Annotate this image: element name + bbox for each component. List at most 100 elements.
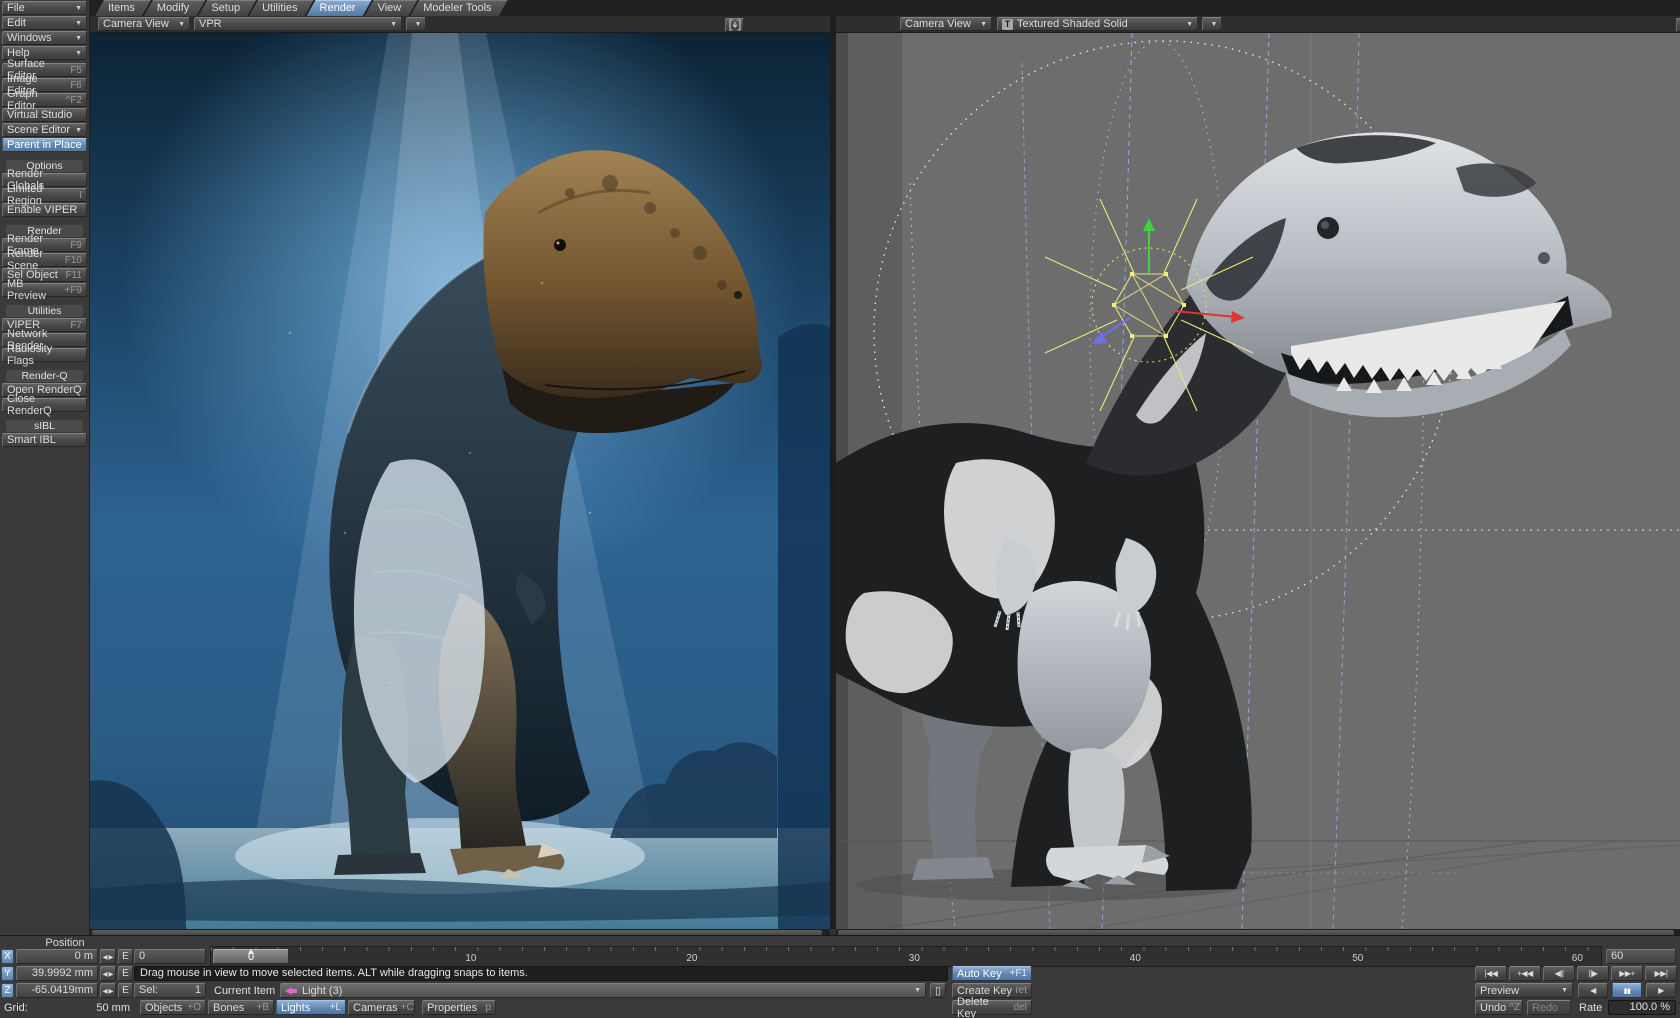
z-position-row: Z -65.0419mm ◀▶ E <box>1 983 133 998</box>
viewport-vpr-render[interactable] <box>90 33 830 929</box>
y-envelope-button[interactable]: E <box>118 966 133 981</box>
end-frame-field[interactable]: 60 <box>1606 949 1676 964</box>
section-renderq: Render-Q <box>6 370 83 382</box>
tick-60: 60 <box>1572 953 1583 964</box>
lightwave-layout-window: File▼ Edit▼ Windows▼ Help▼ Surface Edito… <box>0 0 1680 1018</box>
textured-mode-icon: T <box>1002 19 1013 30</box>
right-view-mode-dropdown[interactable]: Camera View▼ <box>900 17 992 31</box>
grid-label: Grid: <box>4 1002 28 1014</box>
left-view-mode-dropdown[interactable]: Camera View▼ <box>98 17 190 31</box>
current-item-dropdown[interactable]: Light (3) ▼ <box>280 983 926 998</box>
tab-render[interactable]: Render <box>307 0 372 16</box>
auto-key-button[interactable]: Auto Key+F1 <box>952 966 1032 981</box>
grid-value: 50 mm <box>55 1002 130 1014</box>
tab-view[interactable]: View <box>365 0 418 16</box>
graph-editor-button[interactable]: Graph Editor^F2 <box>2 93 87 107</box>
y-position-field[interactable]: 39.9992 mm <box>16 966 98 981</box>
y-position-row: Y 39.9992 mm ◀▶ E <box>1 966 133 981</box>
tab-modeler-tools[interactable]: Modeler Tools <box>410 0 507 16</box>
position-title: Position <box>25 937 105 949</box>
right-viewport-options-dropdown[interactable]: ▼ <box>1202 17 1222 31</box>
objects-button[interactable]: Objects+O <box>140 1000 206 1015</box>
step-forward-button[interactable]: ||▶ <box>1577 966 1609 981</box>
snapshot-icon[interactable] <box>725 18 744 32</box>
timeline-ruler[interactable]: 0 10 20 30 40 50 60 <box>210 946 1602 967</box>
y-axis-badge[interactable]: Y <box>1 966 14 981</box>
transport-controls: |◀◀ +◀◀ ◀|| ||▶ ▶▶+ ▶▶| <box>1475 966 1677 981</box>
rate-value-field[interactable]: 100.0 % <box>1608 1000 1676 1015</box>
z-envelope-button[interactable]: E <box>118 983 133 998</box>
left-toolbar: File▼ Edit▼ Windows▼ Help▼ Surface Edito… <box>0 0 90 1018</box>
main-tabbar: Items Modify Setup Utilities Render View… <box>90 0 1680 16</box>
smart-ibl-button[interactable]: Smart IBL <box>2 433 87 447</box>
x-position-field[interactable]: 0 m <box>16 949 98 964</box>
go-end-button[interactable]: ▶▶| <box>1645 966 1677 981</box>
limited-region-button[interactable]: Limited RegionI <box>2 188 87 202</box>
preview-dropdown[interactable]: Preview▼ <box>1475 983 1573 998</box>
frame-slider-handle[interactable]: 0 <box>213 949 289 964</box>
go-start-button[interactable]: |◀◀ <box>1475 966 1507 981</box>
chevron-down-icon: ▼ <box>1557 987 1568 994</box>
bottom-panel: Position X 0 m ◀▶ E Y 39.9992 mm ◀▶ E Z … <box>0 935 1680 1018</box>
tab-modify[interactable]: Modify <box>144 0 205 16</box>
item-type-buttons: Objects+O Bones+B Lights+L Cameras+C Pro… <box>140 1000 496 1015</box>
frame-marker <box>248 949 254 954</box>
section-utilities: Utilities <box>6 305 83 317</box>
scene-editor-button[interactable]: Scene Editor▼ <box>2 123 87 137</box>
left-viewport-options-dropdown[interactable]: ▼ <box>406 17 426 31</box>
radiosity-flags-button[interactable]: Radiosity Flags <box>2 348 87 362</box>
tab-utilities[interactable]: Utilities <box>249 0 313 16</box>
properties-button[interactable]: Propertiesp <box>422 1000 496 1015</box>
snapshot-icon[interactable] <box>1676 18 1680 32</box>
z-axis-badge[interactable]: Z <box>1 983 14 998</box>
viewport-header-strip: Camera View▼ VPR▼ ▼ Camera View▼ T Textu… <box>90 16 1680 33</box>
step-back-button[interactable]: ◀|| <box>1543 966 1575 981</box>
lights-button[interactable]: Lights+L <box>276 1000 346 1015</box>
current-frame-field[interactable]: 0 <box>134 949 206 964</box>
play-forward-button[interactable]: ▶ <box>1646 983 1676 998</box>
z-position-field[interactable]: -65.0419mm <box>16 983 98 998</box>
y-stepper[interactable]: ◀▶ <box>100 966 116 981</box>
viewport-textured-shaded[interactable] <box>836 33 1680 929</box>
cameras-button[interactable]: Cameras+C <box>348 1000 415 1015</box>
menu-edit[interactable]: Edit▼ <box>2 16 87 30</box>
light-icon <box>285 987 298 995</box>
x-stepper[interactable]: ◀▶ <box>100 949 116 964</box>
x-envelope-button[interactable]: E <box>118 949 133 964</box>
tab-setup[interactable]: Setup <box>198 0 256 16</box>
tick-10: 10 <box>465 953 476 964</box>
close-renderq-button[interactable]: Close RenderQ <box>2 398 87 412</box>
parent-in-place-button[interactable]: Parent in Place <box>2 138 87 152</box>
menu-file[interactable]: File▼ <box>2 1 87 15</box>
chevron-down-icon: ▼ <box>411 21 422 28</box>
redo-button[interactable]: Redo <box>1527 1000 1571 1015</box>
z-stepper[interactable]: ◀▶ <box>100 983 116 998</box>
pause-button[interactable]: ▮▮ <box>1612 983 1642 998</box>
bones-button[interactable]: Bones+B <box>208 1000 274 1015</box>
tick-40: 40 <box>1130 953 1141 964</box>
item-panel-icon[interactable]: ▯ <box>930 983 946 998</box>
tick-50: 50 <box>1352 953 1363 964</box>
render-scene-button[interactable]: Render SceneF10 <box>2 253 87 267</box>
right-render-mode-dropdown[interactable]: T Textured Shaded Solid▼ <box>997 17 1198 31</box>
chevron-down-icon: ▼ <box>174 21 185 28</box>
mb-preview-button[interactable]: MB Preview+F9 <box>2 283 87 297</box>
menu-windows[interactable]: Windows▼ <box>2 31 87 45</box>
current-item-label: Current Item <box>214 985 275 997</box>
play-reverse-button[interactable]: ◀ <box>1578 983 1608 998</box>
chevron-down-icon: ▼ <box>71 35 82 42</box>
next-key-button[interactable]: ▶▶+ <box>1611 966 1643 981</box>
section-sibl: sIBL <box>6 420 83 432</box>
undo-button[interactable]: Undo^Z <box>1475 1000 1523 1015</box>
virtual-studio-button[interactable]: Virtual Studio <box>2 108 87 122</box>
delete-key-button[interactable]: Delete Keydel <box>952 1000 1032 1015</box>
chevron-down-icon: ▼ <box>386 21 397 28</box>
left-render-mode-dropdown[interactable]: VPR▼ <box>194 17 402 31</box>
chevron-down-icon: ▼ <box>71 5 82 12</box>
enable-viper-button[interactable]: Enable VIPER <box>2 203 87 217</box>
x-axis-badge[interactable]: X <box>1 949 14 964</box>
tab-items[interactable]: Items <box>95 0 151 16</box>
chevron-down-icon: ▼ <box>910 987 921 994</box>
prev-key-button[interactable]: +◀◀ <box>1509 966 1541 981</box>
opengl-scene <box>836 33 1680 929</box>
